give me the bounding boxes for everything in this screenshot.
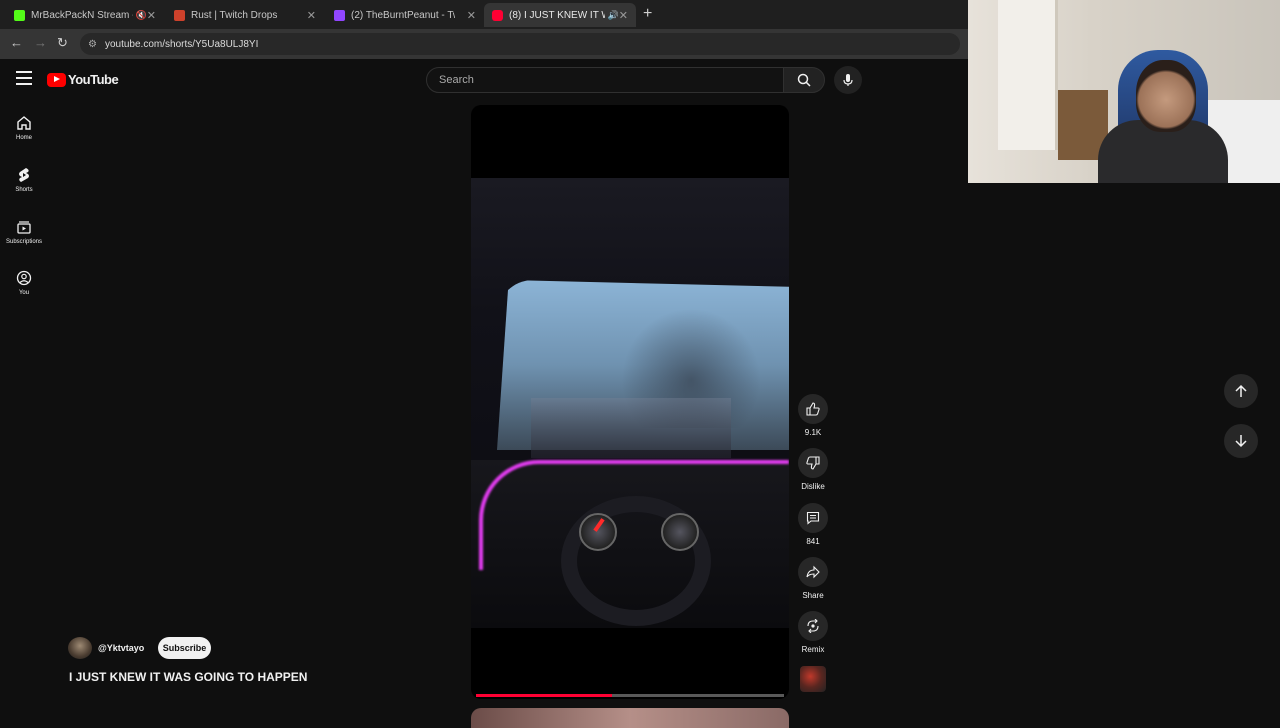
sound-thumbnail[interactable] [800, 666, 826, 692]
close-tab-icon[interactable]: ✕ [467, 9, 476, 22]
search-button[interactable] [783, 67, 825, 93]
dislike-button[interactable]: Dislike [795, 448, 831, 491]
comments-button[interactable]: 841 [795, 503, 831, 546]
webcam-overlay [968, 0, 1280, 183]
nav-label: You [18, 290, 30, 296]
shorts-icon [19, 168, 29, 182]
share-label: Share [802, 591, 824, 600]
arrow-down-icon [1235, 435, 1247, 448]
channel-handle[interactable]: @Yktvtayo [98, 643, 144, 653]
comment-icon [806, 511, 820, 525]
subscribe-button[interactable]: Subscribe [158, 637, 211, 659]
youtube-logo[interactable]: YouTube [47, 72, 119, 87]
nav-item-subscriptions[interactable]: Subscriptions [0, 219, 48, 245]
tab-youtube-short[interactable]: (8) I JUST KNEW IT WAS GO 🔊 ✕ [484, 3, 636, 27]
video-frame [471, 178, 789, 628]
reload-button[interactable]: ↻ [57, 35, 68, 51]
youtube-icon [492, 9, 503, 21]
close-tab-icon[interactable]: ✕ [147, 9, 156, 22]
shorts-video-player[interactable] [471, 105, 789, 699]
arrow-up-icon [1235, 384, 1247, 397]
remix-button[interactable]: Remix [795, 611, 831, 654]
close-tab-icon[interactable]: ✕ [619, 9, 628, 22]
webcam-door [998, 0, 1058, 150]
muted-icon[interactable]: 🔇 [136, 10, 147, 21]
nav-label: Subscriptions [5, 239, 43, 245]
microphone-icon [843, 74, 853, 86]
tab-title: (2) TheBurntPeanut - Twitch [351, 9, 455, 21]
nav-item-shorts[interactable]: Shorts [0, 167, 48, 193]
home-icon [17, 116, 31, 130]
video-progress-fill [476, 694, 612, 697]
new-tab-button[interactable]: + [643, 5, 652, 23]
next-short-preview[interactable] [471, 708, 789, 728]
subscriptions-icon [17, 221, 31, 234]
share-button[interactable]: Share [795, 557, 831, 600]
nav-label: Shorts [15, 187, 33, 193]
video-road [531, 398, 731, 458]
tab-twitch-channel[interactable]: (2) TheBurntPeanut - Twitch ✕ [326, 3, 484, 27]
tab-title: (8) I JUST KNEW IT WAS GO [509, 9, 605, 21]
webcam-streamer-face [1136, 60, 1196, 132]
tab-title: MrBackPackN Stream - Wa [31, 9, 133, 21]
back-button[interactable]: ← [10, 35, 23, 50]
search-icon [797, 73, 811, 87]
tab-twitch-drops[interactable]: Rust | Twitch Drops ✕ [166, 3, 324, 27]
video-gauge [661, 513, 699, 551]
next-short-button[interactable] [1224, 424, 1258, 458]
previous-short-button[interactable] [1224, 374, 1258, 408]
audio-playing-icon[interactable]: 🔊 [608, 10, 619, 21]
url-text: youtube.com/shorts/Y5Ua8ULJ8YI [104, 38, 259, 50]
nav-label: Home [15, 135, 32, 141]
video-gauge [579, 513, 617, 551]
hamburger-menu-icon[interactable] [16, 71, 32, 85]
close-tab-icon[interactable]: ✕ [307, 9, 316, 22]
you-icon [16, 270, 32, 286]
dislike-label: Dislike [801, 482, 825, 491]
like-count: 9.1K [804, 428, 822, 437]
comment-count: 841 [806, 537, 820, 546]
forward-button[interactable]: → [34, 35, 47, 50]
share-icon [806, 565, 820, 579]
nav-item-home[interactable]: Home [0, 115, 48, 141]
nav-item-you[interactable]: You [0, 270, 48, 296]
kick-icon [14, 9, 25, 21]
thumbs-down-icon [806, 456, 820, 470]
channel-avatar[interactable] [68, 637, 92, 659]
twitch-icon [334, 9, 345, 21]
browser-tabstrip: MrBackPackN Stream - Wa 🔇 ✕ Rust | Twitc… [0, 0, 968, 29]
site-info-icon[interactable]: ⚙ [88, 39, 97, 50]
rust-icon [174, 9, 185, 21]
browser-toolbar: ← → ↻ ⚙ youtube.com/shorts/Y5Ua8ULJ8YI [0, 29, 968, 59]
youtube-play-icon [47, 72, 66, 87]
tab-kick-stream[interactable]: MrBackPackN Stream - Wa 🔇 ✕ [6, 3, 164, 27]
address-bar[interactable]: ⚙ youtube.com/shorts/Y5Ua8ULJ8YI [80, 33, 960, 55]
video-progress-bar[interactable] [476, 694, 784, 697]
youtube-header: YouTube Search [0, 59, 968, 105]
thumbs-up-icon [806, 402, 820, 416]
short-title: I JUST KNEW IT WAS GOING TO HAPPEN [69, 670, 308, 684]
voice-search-button[interactable] [834, 66, 862, 94]
search-input[interactable]: Search [426, 67, 784, 93]
tab-title: Rust | Twitch Drops [191, 9, 278, 21]
remix-icon [807, 619, 819, 633]
remix-label: Remix [801, 645, 825, 654]
like-button[interactable]: 9.1K [795, 394, 831, 437]
